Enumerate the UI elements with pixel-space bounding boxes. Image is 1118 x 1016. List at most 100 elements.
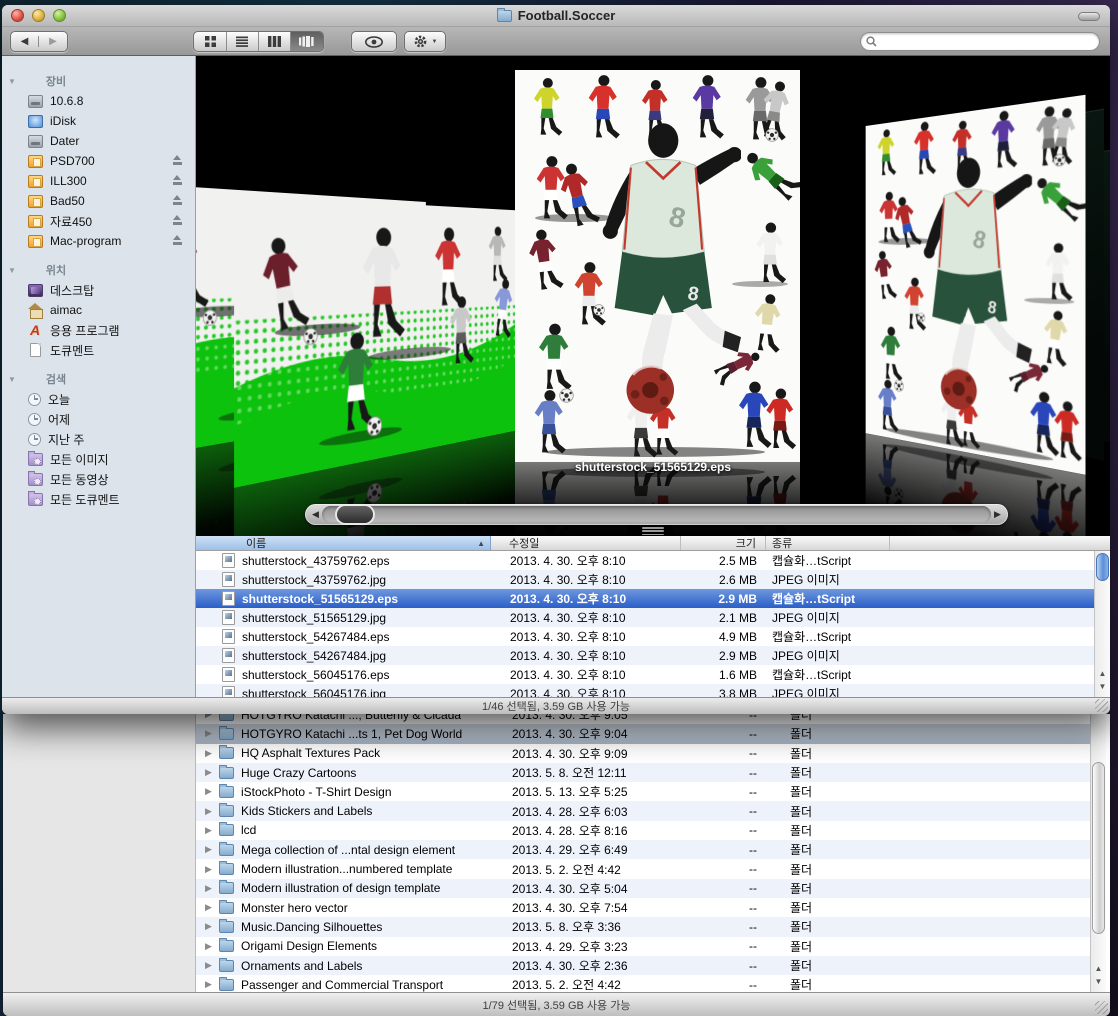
disclosure-triangle-icon[interactable]: ▶ [205, 768, 214, 777]
column-header-size[interactable]: 크기 [681, 536, 766, 550]
file-rows[interactable]: shutterstock_43759762.eps 2013. 4. 30. 오… [196, 551, 1110, 697]
section-disclosure-icon[interactable]: ▼ [8, 375, 16, 384]
file-row[interactable]: shutterstock_54267484.jpg 2013. 4. 30. 오… [196, 646, 1110, 665]
list-header[interactable]: 이름 ▲ 수정일 크기 종류 [196, 536, 1110, 551]
scrollbar-thumb[interactable] [1092, 762, 1105, 934]
column-header-date-modified[interactable]: 수정일 [491, 536, 681, 550]
disclosure-triangle-icon[interactable]: ▶ [205, 749, 214, 758]
coverflow-scroll-left-icon[interactable]: ◀ [307, 504, 324, 525]
disclosure-triangle-icon[interactable]: ▶ [205, 903, 214, 912]
folder-row[interactable]: ▶ Mega collection of ...ntal design elem… [196, 840, 1090, 859]
search-field[interactable] [860, 32, 1100, 51]
eject-icon[interactable] [172, 175, 183, 186]
finder-window[interactable]: Football.Soccer ◀ ▶ ▼ [2, 5, 1110, 714]
file-row[interactable]: shutterstock_56045176.eps 2013. 4. 30. 오… [196, 665, 1110, 684]
sidebar-item[interactable]: 응용 프로그램 [2, 320, 195, 340]
folder-row[interactable]: ▶ Huge Crazy Cartoons 2013. 5. 8. 오전 12:… [196, 763, 1090, 782]
column-header-name[interactable]: 이름 ▲ [196, 536, 491, 550]
coverflow-resize-handle-icon[interactable] [642, 527, 664, 536]
sidebar-item[interactable]: Dater [2, 131, 195, 151]
toolbar-toggle-button[interactable] [1078, 12, 1100, 21]
coverflow-view-button[interactable] [291, 32, 323, 51]
scroll-up-arrow-icon[interactable]: ▲ [1095, 667, 1110, 680]
folder-row[interactable]: ▶ HOTGYRO Katachi ...ts 1, Pet Dog World… [196, 724, 1090, 743]
sidebar-item[interactable]: 오늘 [2, 389, 195, 409]
background-vertical-scrollbar[interactable]: ▲ ▼ [1090, 714, 1106, 992]
disclosure-triangle-icon[interactable]: ▶ [205, 729, 214, 738]
section-disclosure-icon[interactable]: ▼ [8, 77, 16, 86]
coverflow-area[interactable]: shutterstock_51565129.eps ◀ ▶ [196, 56, 1110, 536]
sidebar-item[interactable]: Mac-program [2, 231, 195, 251]
sidebar-item[interactable]: iDisk [2, 111, 195, 131]
sidebar-item[interactable]: aimac [2, 300, 195, 320]
forward-button[interactable]: ▶ [39, 36, 67, 47]
folder-row[interactable]: ▶ Modern illustration of design template… [196, 879, 1090, 898]
eject-icon[interactable] [172, 195, 183, 206]
scroll-up-arrow-icon[interactable]: ▲ [1091, 962, 1106, 975]
zoom-button[interactable] [53, 9, 66, 22]
disclosure-triangle-icon[interactable]: ▶ [205, 942, 214, 951]
sidebar-item[interactable]: 어제 [2, 409, 195, 429]
eject-icon[interactable] [172, 235, 183, 246]
disclosure-triangle-icon[interactable]: ▶ [205, 922, 214, 931]
disclosure-triangle-icon[interactable]: ▶ [205, 961, 214, 970]
folder-row[interactable]: ▶ HQ Asphalt Textures Pack 2013. 4. 30. … [196, 744, 1090, 763]
sidebar-item[interactable]: PSD700 [2, 151, 195, 171]
sidebar-item[interactable]: 모든 동영상 [2, 469, 195, 489]
search-input[interactable] [881, 34, 1099, 49]
eject-icon[interactable] [172, 215, 183, 226]
folder-row[interactable]: ▶ Ornaments and Labels 2013. 4. 30. 오후 2… [196, 956, 1090, 975]
disclosure-triangle-icon[interactable]: ▶ [205, 826, 214, 835]
nav-buttons[interactable]: ◀ ▶ [10, 31, 68, 52]
list-vertical-scrollbar[interactable]: ▲ ▼ [1094, 551, 1110, 697]
folder-row[interactable]: ▶ Music.Dancing Silhouettes 2013. 5. 8. … [196, 917, 1090, 936]
file-list[interactable]: shutterstock_43759762.eps 2013. 4. 30. 오… [196, 551, 1110, 697]
disclosure-triangle-icon[interactable]: ▶ [205, 845, 214, 854]
folder-row[interactable]: ▶ Modern illustration...numbered templat… [196, 859, 1090, 878]
sidebar-item[interactable]: ▼ 장비 [2, 71, 195, 91]
sidebar-item[interactable]: 모든 이미지 [2, 449, 195, 469]
sidebar-item[interactable]: ILL300 [2, 171, 195, 191]
folder-row[interactable]: ▶ lcd 2013. 4. 28. 오후 8:16 -- 폴더 [196, 821, 1090, 840]
sidebar-item[interactable]: 모든 도큐멘트 [2, 489, 195, 509]
sidebar[interactable]: ▼ 장비 10.6.8 iDisk Dater [2, 56, 196, 697]
sidebar-item[interactable]: Bad50 [2, 191, 195, 211]
list-view-button[interactable] [227, 32, 259, 51]
resize-grip-icon[interactable] [1095, 1001, 1108, 1014]
sidebar-item[interactable]: 자료450 [2, 211, 195, 231]
window-controls[interactable] [11, 9, 66, 22]
sidebar-item[interactable]: ▼ 위치 [2, 260, 195, 280]
disclosure-triangle-icon[interactable]: ▶ [205, 884, 214, 893]
file-row[interactable]: shutterstock_56045176.jpg 2013. 4. 30. 오… [196, 684, 1110, 697]
view-mode-segmented-control[interactable] [193, 31, 324, 52]
eject-icon[interactable] [172, 155, 183, 166]
folder-row[interactable]: ▶ Origami Design Elements 2013. 4. 29. 오… [196, 937, 1090, 956]
file-row[interactable]: shutterstock_54267484.eps 2013. 4. 30. 오… [196, 627, 1110, 646]
sidebar-item[interactable]: 지난 주 [2, 429, 195, 449]
resize-grip-icon[interactable] [1095, 699, 1108, 712]
disclosure-triangle-icon[interactable]: ▶ [205, 865, 214, 874]
close-button[interactable] [11, 9, 24, 22]
section-disclosure-icon[interactable]: ▼ [8, 266, 16, 275]
folder-row[interactable]: ▶ HOTGYRO Katachi ..., Butterfly & Cicad… [196, 714, 1090, 724]
scrollbar-thumb[interactable] [1096, 553, 1109, 581]
sidebar-item[interactable]: 10.6.8 [2, 91, 195, 111]
sidebar-item[interactable]: 데스크탑 [2, 280, 195, 300]
coverflow-scroll-right-icon[interactable]: ▶ [989, 504, 1006, 525]
minimize-button[interactable] [32, 9, 45, 22]
coverflow-scrollbar[interactable]: ◀ ▶ [305, 504, 1008, 525]
file-row[interactable]: shutterstock_43759762.jpg 2013. 4. 30. 오… [196, 570, 1110, 589]
file-row[interactable]: shutterstock_51565129.jpg 2013. 4. 30. 오… [196, 608, 1110, 627]
sidebar-item[interactable]: 도큐멘트 [2, 340, 195, 360]
folder-row[interactable]: ▶ Kids Stickers and Labels 2013. 4. 28. … [196, 801, 1090, 820]
title-bar[interactable]: Football.Soccer [2, 5, 1110, 27]
coverflow-item-previous-1[interactable] [234, 195, 527, 536]
background-finder-window[interactable]: ▶ HOTGYRO Katachi ..., Butterfly & Cicad… [3, 714, 1110, 1016]
folder-row[interactable]: ▶ Monster hero vector 2013. 4. 30. 오후 7:… [196, 898, 1090, 917]
background-file-list[interactable]: ▶ HOTGYRO Katachi ..., Butterfly & Cicad… [196, 714, 1090, 1005]
disclosure-triangle-icon[interactable]: ▶ [205, 807, 214, 816]
sidebar-item[interactable]: ▼ 검색 [2, 369, 195, 389]
action-menu-button[interactable]: ▼ [404, 31, 446, 52]
scroll-down-arrow-icon[interactable]: ▼ [1091, 975, 1106, 988]
back-button[interactable]: ◀ [11, 36, 39, 47]
